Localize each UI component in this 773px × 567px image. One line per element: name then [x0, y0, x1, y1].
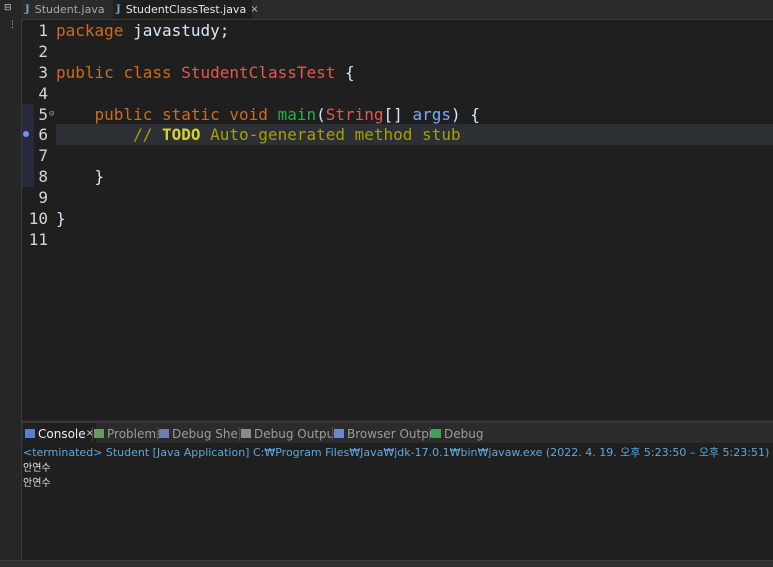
code-token: (	[316, 105, 326, 124]
tab-separator	[157, 427, 158, 441]
line-number: 4	[38, 84, 48, 103]
code-token: TODO	[161, 125, 201, 144]
code-token: void	[229, 105, 268, 124]
code-token: String	[325, 105, 384, 124]
tab-label: StudentClassTest.java	[125, 3, 247, 16]
tab-label: Debug Shell	[172, 426, 245, 441]
code-line[interactable]: 5 ⊖ public static void main(String[] args…	[22, 104, 773, 125]
terminated-status-line: <terminated> Student [Java Application] …	[23, 446, 770, 459]
tab-browser-output[interactable]: Browser Output	[334, 423, 441, 444]
tab-label: Student.java	[34, 3, 105, 16]
code-token: ) {	[450, 105, 480, 124]
line-number: 8	[38, 167, 48, 186]
java-file-icon: J	[116, 4, 121, 15]
fold-toggle-icon[interactable]: ⊖	[49, 104, 54, 125]
close-tab-icon[interactable]: ×	[250, 4, 258, 15]
tab-label: Debug Output	[254, 426, 339, 441]
debug-output-icon	[241, 429, 251, 438]
java-file-icon: J	[25, 4, 30, 15]
tab-debug-shell[interactable]: Debug Shell	[159, 423, 245, 444]
code-text: }	[56, 166, 105, 187]
code-token: StudentClassTest	[181, 63, 336, 82]
left-toolbar-strip: ⊟ ⋮	[0, 0, 22, 566]
tab-label: Console	[38, 426, 86, 441]
code-line[interactable]: 4	[22, 83, 773, 104]
code-token: class	[123, 63, 172, 82]
code-token: static	[161, 105, 220, 124]
line-number: 10	[28, 209, 48, 228]
code-token: args	[412, 105, 451, 124]
line-number: 7	[38, 146, 48, 165]
console-output-line: 안연수	[23, 463, 51, 474]
code-text: public class StudentClassTest {	[56, 62, 355, 83]
debug-icon	[431, 429, 441, 438]
tab-debug-output[interactable]: Debug Output	[241, 423, 339, 444]
tab-label: Debug	[444, 426, 484, 441]
view-menu-icon[interactable]: ⋮	[8, 20, 17, 30]
code-line[interactable]: 2	[22, 41, 773, 62]
tab-problems[interactable]: Problems	[94, 423, 162, 444]
console-tab-bar: Console × Problems Debug Shell Debug Output…	[22, 422, 773, 444]
tab-separator	[239, 427, 240, 441]
tab-label: Browser Output	[347, 426, 442, 441]
code-token: //	[133, 125, 162, 144]
code-token: public	[94, 105, 153, 124]
code-line[interactable]: 6 // TODO Auto-generated method stub	[22, 124, 773, 145]
tab-console[interactable]: Console ×	[23, 423, 97, 444]
code-line[interactable]: 1 package javastudy;	[22, 20, 773, 41]
code-line[interactable]: 10}	[22, 208, 773, 229]
code-token: }	[56, 209, 66, 228]
line-number: 3	[38, 63, 48, 82]
minimize-icon[interactable]: ⊟	[4, 3, 12, 13]
console-output[interactable]: <terminated> Student [Java Application] …	[22, 443, 773, 560]
code-token: }	[56, 167, 105, 186]
tab-separator	[332, 427, 333, 441]
code-token: {	[335, 63, 355, 82]
debug-shell-icon	[159, 429, 169, 438]
line-number: 11	[28, 230, 48, 249]
tab-separator	[92, 427, 93, 441]
code-token: javastudy;	[123, 21, 230, 40]
tab-separator	[429, 427, 430, 441]
tab-debug[interactable]: Debug	[431, 423, 483, 444]
code-editor[interactable]: 1 package javastudy; 2 3 public class Studen…	[22, 20, 773, 420]
code-text: }	[56, 208, 66, 229]
code-token: main	[277, 105, 317, 124]
console-icon	[25, 429, 35, 438]
code-text: // TODO Auto-generated method stub	[56, 124, 461, 145]
tab-studentclasstest-java[interactable]: J StudentClassTest.java ×	[113, 0, 259, 19]
line-number: 5	[38, 105, 48, 124]
line-number: 2	[38, 42, 48, 61]
browser-output-icon	[334, 429, 344, 438]
code-line[interactable]: 11	[22, 229, 773, 250]
code-token: []	[383, 105, 413, 124]
code-token: package	[56, 21, 124, 40]
code-token: public	[56, 63, 114, 82]
code-line[interactable]: 9	[22, 187, 773, 208]
tab-student-java[interactable]: J Student.java	[22, 0, 112, 19]
line-number: 1	[38, 21, 48, 40]
code-line[interactable]: 3 public class StudentClassTest {	[22, 62, 773, 83]
code-text: public static void main(String[] args) {	[56, 104, 480, 125]
tab-label: Problems	[107, 426, 163, 441]
editor-tab-bar: J Student.java J StudentClassTest.java ×	[21, 0, 773, 20]
problems-icon	[94, 429, 104, 438]
line-number: 9	[38, 188, 48, 207]
code-text: package javastudy;	[56, 20, 229, 41]
console-output-line: 안연수	[23, 478, 51, 489]
code-line[interactable]: 8 }	[22, 166, 773, 187]
code-token: Auto-generated method stub	[200, 125, 461, 144]
line-number: 6	[38, 125, 48, 144]
code-line[interactable]: 7	[22, 145, 773, 166]
